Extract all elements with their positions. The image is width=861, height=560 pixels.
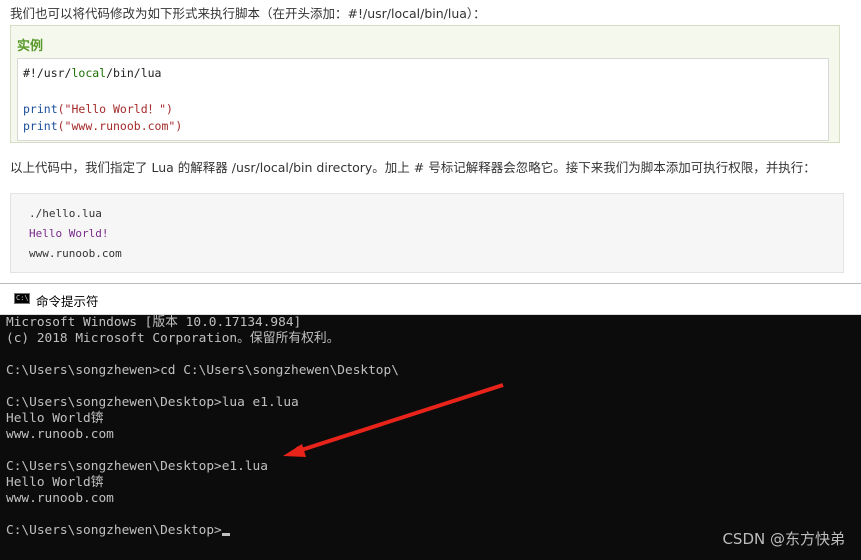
output-line-2: www.runoob.com xyxy=(29,247,122,260)
output-line-1: Hello World! xyxy=(29,227,109,240)
console-line: (c) 2018 Microsoft Corporation。保留所有权利。 xyxy=(6,331,340,346)
console-line: Microsoft Windows [版本 10.0.17134.984] xyxy=(6,315,302,330)
console-line: Hello World锛 xyxy=(6,411,104,426)
code-block: #!/usr/local/bin/lua print("Hello World！… xyxy=(17,58,829,141)
console-line: www.runoob.com xyxy=(6,491,114,506)
console-output[interactable]: Microsoft Windows [版本 10.0.17134.984] (c)… xyxy=(6,315,861,560)
console-window[interactable]: C:\ 命令提示符 Microsoft Windows [版本 10.0.171… xyxy=(0,283,861,560)
console-line: Hello World锛 xyxy=(6,475,104,490)
example-box: 实例 #!/usr/local/bin/lua print("Hello Wor… xyxy=(10,25,840,143)
console-title: 命令提示符 xyxy=(36,294,99,309)
explain-text: 以上代码中，我们指定了 Lua 的解释器 /usr/local/bin dire… xyxy=(10,160,816,175)
watermark: CSDN @东方快弟 xyxy=(722,530,845,548)
console-cursor xyxy=(221,533,230,536)
article-section: 我们也可以将代码修改为如下形式来执行脚本（在开头添加：#!/usr/local/… xyxy=(0,0,861,285)
console-line: C:\Users\songzhewen\Desktop>lua e1.lua xyxy=(6,395,299,410)
example-title: 实例 xyxy=(17,39,44,54)
console-line: www.runoob.com xyxy=(6,427,114,442)
console-line: C:\Users\songzhewen>cd C:\Users\songzhew… xyxy=(6,363,399,378)
output-block: ./hello.lua Hello World! www.runoob.com xyxy=(10,193,844,273)
code-line-shebang: #!/usr/local/bin/lua xyxy=(23,66,162,80)
cmd-icon: C:\ xyxy=(14,293,30,304)
output-command: ./hello.lua xyxy=(29,207,102,220)
console-titlebar[interactable]: C:\ 命令提示符 xyxy=(0,284,861,315)
code-line-print-2: print("www.runoob.com") xyxy=(23,119,183,133)
code-line-print-1: print("Hello World！") xyxy=(23,102,173,116)
console-line: C:\Users\songzhewen\Desktop>e1.lua xyxy=(6,459,268,474)
intro-text: 我们也可以将代码修改为如下形式来执行脚本（在开头添加：#!/usr/local/… xyxy=(10,6,486,21)
